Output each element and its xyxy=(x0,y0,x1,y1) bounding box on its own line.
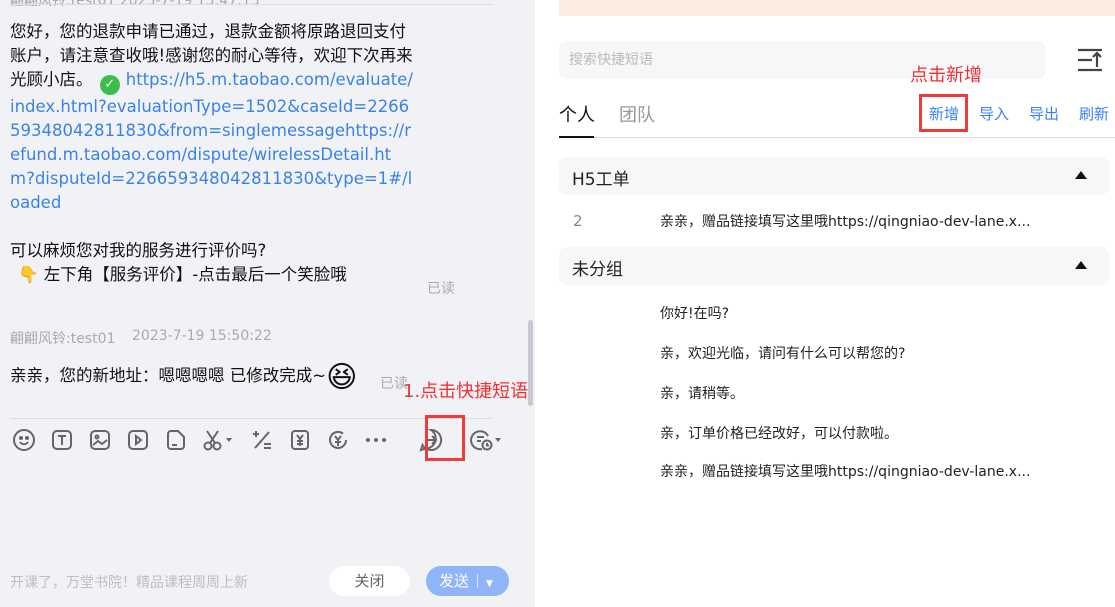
emoji-icon: 😆 xyxy=(326,360,358,395)
notice-bar xyxy=(559,0,1115,16)
group-name: H5工单 xyxy=(572,170,630,190)
annotation: 1.点击快捷短语 xyxy=(403,381,529,402)
video-icon[interactable] xyxy=(126,428,150,452)
active-tab-indicator xyxy=(559,136,594,138)
import-button[interactable]: 导入 xyxy=(979,103,1009,124)
annotation: 点击新增 xyxy=(910,65,982,86)
sort-icon[interactable] xyxy=(1077,47,1103,73)
collapse-icon[interactable] xyxy=(1075,261,1087,269)
scrollbar[interactable] xyxy=(528,320,533,406)
check-icon: ✓ xyxy=(99,75,120,95)
divider xyxy=(10,418,492,419)
group-header[interactable]: 未分组 xyxy=(559,247,1109,285)
list-item[interactable]: 你好!在吗? xyxy=(660,303,729,323)
emoji-icon[interactable] xyxy=(12,428,36,452)
send-button[interactable]: 发送 ▼ xyxy=(426,566,509,596)
message-bubble: 您好，您的退款申请已通过，退款金额将原路退回支付账户，请注意查收哦!感谢您的耐心… xyxy=(10,20,415,287)
scheduled-message-icon[interactable] xyxy=(470,428,504,452)
list-item[interactable]: 亲，订单价格已经改好，可以付款啦。 xyxy=(660,423,898,443)
tabs-divider xyxy=(559,137,1115,138)
tab-personal[interactable]: 个人 xyxy=(559,101,595,127)
chevron-down-icon[interactable]: ▼ xyxy=(486,579,493,589)
message-time: 2023-7-19 15:50:22 xyxy=(132,328,272,344)
close-button[interactable]: 关闭 xyxy=(329,566,410,596)
text-icon[interactable] xyxy=(50,428,74,452)
item-index: 2 xyxy=(573,212,583,230)
prev-message-header: 翩翩风铃:test01 2023-7-19 15:47:13 xyxy=(10,0,260,9)
collapse-icon[interactable] xyxy=(1075,171,1087,179)
more-icon[interactable] xyxy=(364,428,388,452)
group-name: 未分组 xyxy=(572,260,623,280)
sender-name: 翩翩风铃:test01 xyxy=(10,331,116,347)
message-text: 可以麻烦您对我的服务进行评价吗? xyxy=(10,241,267,260)
calculator-icon[interactable] xyxy=(250,428,274,452)
highlight-box xyxy=(919,94,968,132)
scissors-icon[interactable] xyxy=(202,428,236,452)
message-text: 亲亲，您的新地址：嗯嗯嗯嗯 已修改完成~ xyxy=(10,366,327,385)
list-item[interactable]: 亲，欢迎光临，请问有什么可以帮您的? xyxy=(660,343,905,363)
refund-icon[interactable] xyxy=(326,428,350,452)
message-link[interactable]: https://h5.m.taobao.com/evaluate/index.h… xyxy=(10,70,413,212)
message-input[interactable]: 开课了，万堂书院！精品课程周周上新 xyxy=(10,572,248,592)
highlight-box xyxy=(425,415,465,461)
refresh-button[interactable]: 刷新 xyxy=(1079,103,1109,124)
list-item[interactable]: 亲亲，赠品链接填写这里哦https://qingniao-dev-lane.x.… xyxy=(660,211,1030,231)
coupon-icon[interactable] xyxy=(288,428,312,452)
message-text: 左下角【服务评价】-点击最后一个笑脸哦 xyxy=(43,265,347,284)
pointing-down-icon: 👇 xyxy=(18,265,39,284)
image-icon[interactable] xyxy=(88,428,112,452)
group-header[interactable]: H5工单 xyxy=(559,157,1109,195)
tab-team[interactable]: 团队 xyxy=(619,101,655,127)
list-item[interactable]: 亲亲，赠品链接填写这里哦https://qingniao-dev-lane.x.… xyxy=(660,461,1030,481)
send-label: 发送 xyxy=(439,572,470,590)
chat-panel: 翩翩风铃:test01 2023-7-19 15:47:13 您好，您的退款申请… xyxy=(0,0,535,607)
read-status: 已读 xyxy=(427,281,455,297)
export-button[interactable]: 导出 xyxy=(1029,103,1059,124)
divider xyxy=(10,4,492,5)
file-icon[interactable] xyxy=(164,428,188,452)
list-item[interactable]: 亲，请稍等。 xyxy=(660,383,744,403)
